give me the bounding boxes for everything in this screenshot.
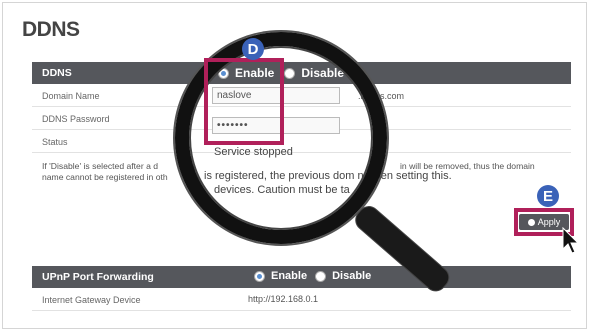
page-title: DDNS [22, 18, 80, 41]
gateway-row: Internet Gateway Device http://192.168.0… [32, 289, 571, 311]
callout-badge-d: D [242, 38, 264, 60]
enable-fields-highlight-box [204, 58, 284, 145]
upnp-enable-radio[interactable] [254, 270, 265, 282]
callout-badge-e: E [537, 185, 559, 207]
gateway-value: http://192.168.0.1 [248, 294, 319, 304]
upnp-disable-radio[interactable] [315, 270, 327, 282]
gateway-label: Internet Gateway Device [42, 295, 141, 305]
mouse-cursor-icon [562, 227, 580, 254]
note-line1-left: If 'Disable' is selected after a d [42, 161, 159, 171]
note-line2-left: name cannot be registered in oth [42, 172, 168, 182]
upnp-enable-label[interactable]: Enable [271, 270, 307, 282]
upnp-header-bar: UPnP Port Forwarding Enable Disable [32, 266, 571, 288]
upnp-toggle-group: Enable Disable [254, 270, 371, 282]
ddns-header: DDNS [42, 67, 72, 79]
upnp-header: UPnP Port Forwarding [42, 271, 154, 283]
upnp-disable-label[interactable]: Disable [332, 270, 371, 282]
status-label: Status [42, 137, 68, 147]
domain-name-label: Domain Name [42, 91, 100, 101]
ddns-password-label: DDNS Password [42, 114, 110, 124]
